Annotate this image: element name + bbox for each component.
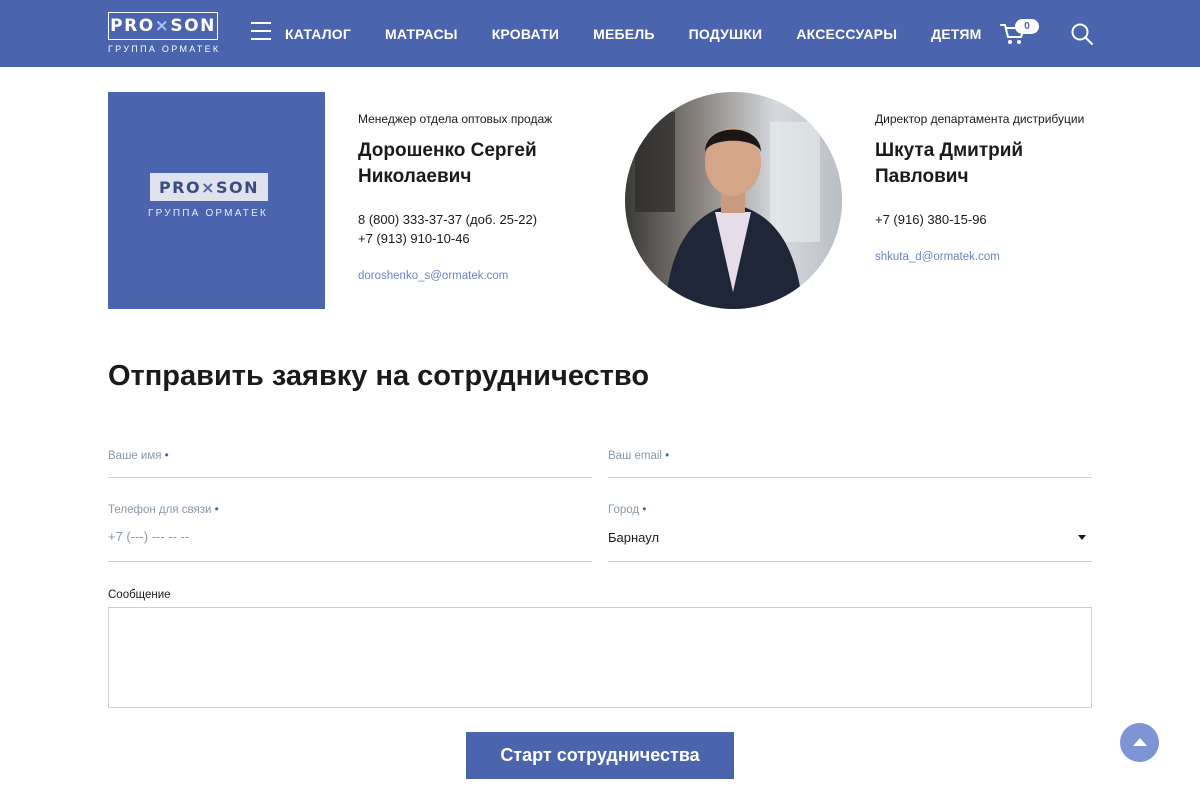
contact-card-manager: Менеджер отдела оптовых продаж Дорошенко… [358, 112, 588, 282]
city-selected-value: Барнаул [608, 530, 660, 545]
company-logo-subtitle: ГРУППА ОРМАТЕК [148, 208, 268, 219]
cart-count-badge: 0 [1015, 19, 1039, 34]
burger-menu-icon[interactable] [251, 22, 271, 44]
required-mark: • [665, 450, 670, 462]
form-title: Отправить заявку на сотрудничество [108, 360, 650, 392]
contact-name: Дорошенко Сергей Николаевич [358, 140, 537, 187]
search-icon[interactable] [1070, 22, 1094, 46]
company-logo-image: PRO×SON ГРУППА ОРМАТЕК [108, 92, 325, 309]
logo-subtitle: ГРУППА ОРМАТЕК [108, 44, 221, 54]
email-field[interactable]: Ваш email • [608, 450, 1092, 478]
scroll-to-top-button[interactable] [1120, 723, 1159, 762]
contact-phone[interactable]: +7 (916) 380-15-96 [875, 210, 1105, 229]
required-mark: • [214, 504, 219, 516]
name-field[interactable]: Ваше имя • [108, 450, 592, 478]
site-logo[interactable]: PRO×SON ГРУППА ОРМАТЕК [108, 12, 218, 56]
company-logo-wordmark: PRO×SON [158, 177, 260, 197]
phone-input[interactable] [108, 529, 592, 544]
portrait-photo [625, 92, 842, 309]
contact-phones: 8 (800) 333-37-37 (доб. 25-22) +7 (913) … [358, 210, 588, 248]
name-label: Ваше имя • [108, 450, 169, 462]
required-mark: • [164, 450, 169, 462]
nav-item-pillows[interactable]: ПОДУШКИ [689, 26, 763, 42]
city-label: Город • [608, 504, 647, 516]
contact-phone[interactable]: +7 (913) 910-10-46 [358, 229, 588, 248]
company-logo-wordmark-box: PRO×SON [150, 173, 268, 201]
logo-frame: PRO×SON [108, 12, 218, 40]
main-nav: КАТАЛОГ МАТРАСЫ КРОВАТИ МЕБЕЛЬ ПОДУШКИ А… [285, 0, 1016, 67]
required-mark: • [642, 504, 647, 516]
nav-item-catalog[interactable]: КАТАЛОГ [285, 26, 351, 42]
contact-card-director: Директор департамента дистрибуции Шкута … [875, 112, 1105, 263]
nav-item-kids[interactable]: ДЕТЯМ [931, 26, 981, 42]
cart-button[interactable]: 0 [1000, 18, 1042, 50]
contact-phone[interactable]: 8 (800) 333-37-37 (доб. 25-22) [358, 210, 588, 229]
city-select[interactable]: Барнаул [608, 530, 1092, 545]
site-header: PRO×SON ГРУППА ОРМАТЕК КАТАЛОГ МАТРАСЫ К… [0, 0, 1200, 67]
nav-item-beds[interactable]: КРОВАТИ [492, 26, 559, 42]
phone-label: Телефон для связи • [108, 504, 219, 516]
phone-field: Телефон для связи • [108, 504, 592, 562]
logo-wordmark: PRO×SON [110, 16, 216, 36]
email-label: Ваш email • [608, 450, 670, 462]
chevron-down-icon [1078, 535, 1086, 540]
message-textarea[interactable] [108, 607, 1092, 708]
city-field: Город • Барнаул [608, 504, 1092, 562]
arrow-up-icon [1132, 737, 1147, 746]
nav-item-accessories[interactable]: АКСЕССУАРЫ [796, 26, 897, 42]
submit-button[interactable]: Старт сотрудничества [466, 732, 734, 779]
contact-email-link[interactable]: shkuta_d@ormatek.com [875, 251, 1105, 263]
contact-role: Директор департамента дистрибуции [875, 112, 1085, 126]
contact-role: Менеджер отдела оптовых продаж [358, 112, 553, 126]
contact-phones: +7 (916) 380-15-96 [875, 210, 1105, 229]
message-label: Сообщение [108, 589, 171, 601]
nav-item-mattresses[interactable]: МАТРАСЫ [385, 26, 458, 42]
nav-item-furniture[interactable]: МЕБЕЛЬ [593, 26, 655, 42]
contact-email-link[interactable]: doroshenko_s@ormatek.com [358, 270, 588, 282]
contact-name: Шкута Дмитрий Павлович [875, 140, 1024, 187]
